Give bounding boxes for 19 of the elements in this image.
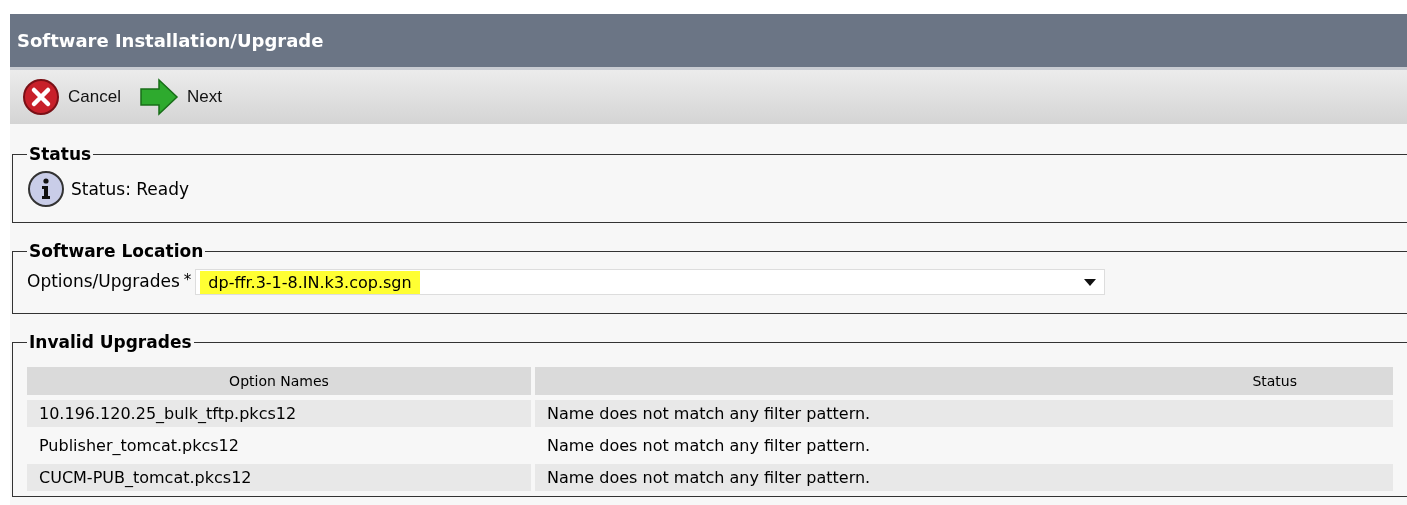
required-mark: * [183,271,192,289]
table-cell: Name does not match any filter pattern. [535,464,1393,491]
field-label: Options/Upgrades [27,271,180,291]
window-title: Software Installation/Upgrade [10,14,1407,70]
cancel-button[interactable]: Cancel [22,78,121,116]
next-button[interactable]: Next [138,78,222,116]
table-cell: Name does not match any filter pattern. [535,400,1393,427]
table-cell-text: Name does not match any filter pattern. [546,435,872,457]
column-header: Status [535,367,1393,395]
status-message: Status: Ready [71,179,190,199]
section-legend: Status [27,144,94,164]
dropdown-caret-icon [1084,278,1097,286]
cancel-icon [22,78,60,116]
arrow-right-icon [138,78,179,116]
section-legend: Software Location [27,241,206,261]
section-legend: Invalid Upgrades [27,332,194,352]
options-dropdown[interactable]: dp-ffr.3-1-8.IN.k3.cop.sgn [195,269,1106,295]
info-icon [27,170,65,208]
table-cell: Publisher_tomcat.pkcs12 [27,432,535,459]
